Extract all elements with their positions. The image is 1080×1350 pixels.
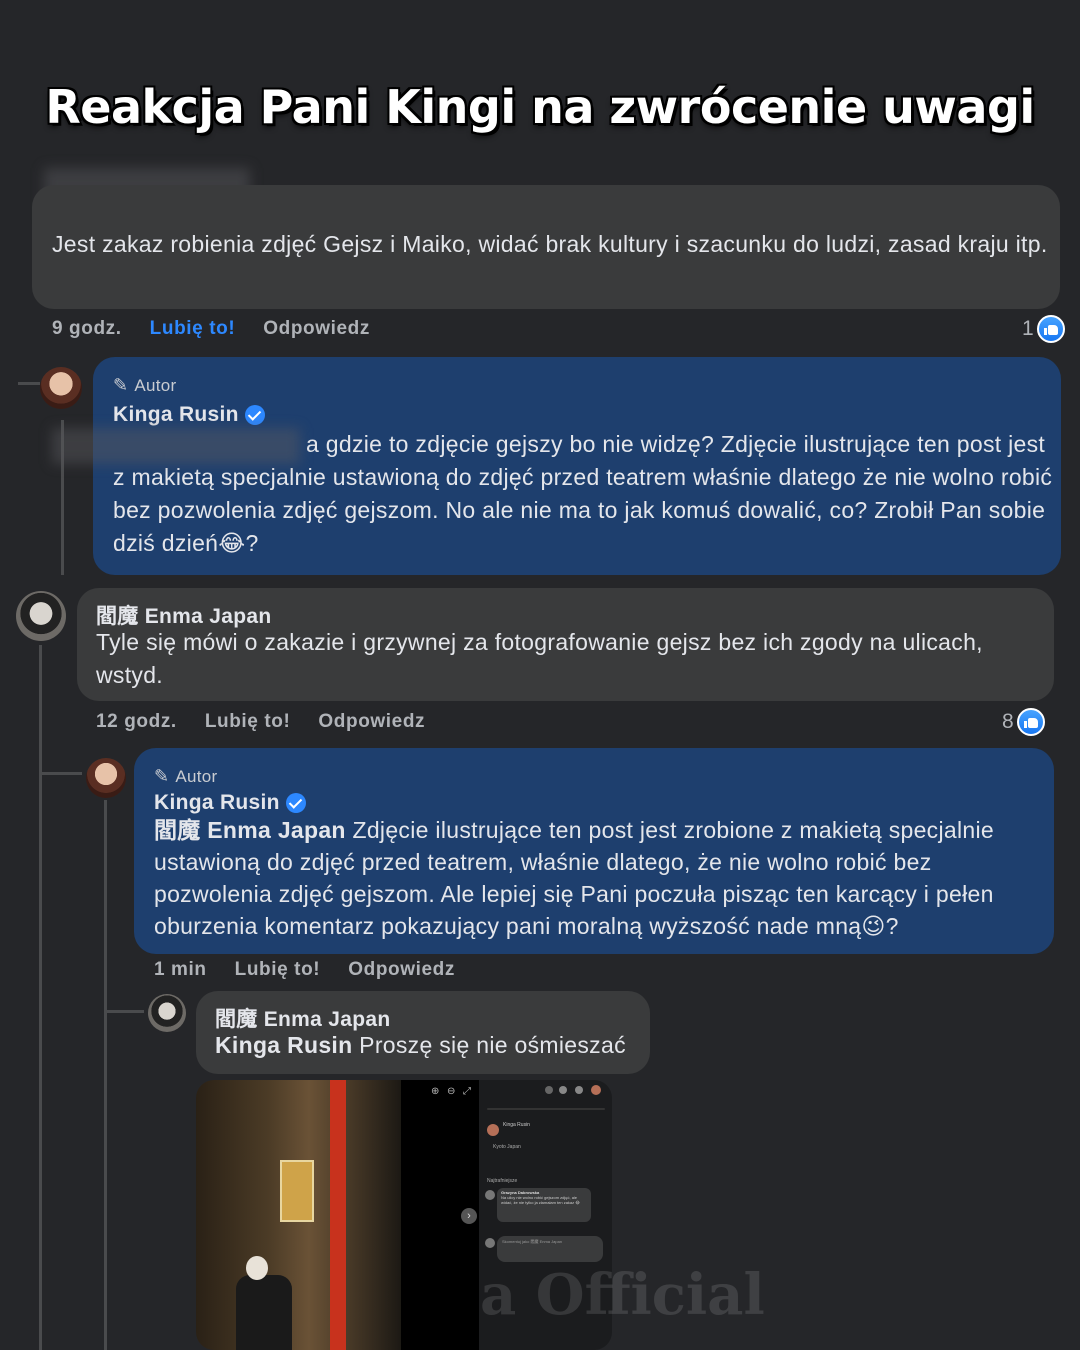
profile-avatar bbox=[591, 1085, 601, 1095]
reaction-count-1[interactable]: 1 bbox=[1022, 315, 1065, 343]
avatar-kinga-rusin[interactable] bbox=[86, 758, 126, 798]
mini-comment-text: Na ulicy nie wolno robić gejszom zdjęć, … bbox=[501, 1195, 580, 1205]
bell-icon bbox=[575, 1086, 583, 1094]
zoom-out-icon[interactable]: ⊖ bbox=[447, 1086, 455, 1097]
thread-connector bbox=[104, 1010, 144, 1013]
reaction-number: 1 bbox=[1022, 317, 1034, 340]
reply-button[interactable]: Odpowiedz bbox=[263, 318, 370, 340]
avatar-kinga-rusin[interactable] bbox=[40, 367, 82, 409]
geisha-figure bbox=[236, 1275, 292, 1350]
verified-badge-icon bbox=[285, 792, 306, 813]
comment-bubble-3[interactable]: 閻魔 Enma Japan Kinga Rusin Proszę się nie… bbox=[196, 991, 650, 1074]
comment-filter: Najtrafniejsze bbox=[487, 1178, 518, 1184]
red-pole bbox=[330, 1080, 346, 1350]
comment-text: Jest zakaz robienia zdjęć Gejsz i Maiko,… bbox=[52, 231, 1048, 257]
page-title: Reakcja Pani Kingi na zwrócenie uwagi bbox=[45, 80, 1035, 134]
comment-actions-2: 12 godz. Lubię to! Odpowiedz bbox=[96, 711, 425, 733]
commenter-avatar bbox=[485, 1190, 495, 1200]
menu-icon bbox=[545, 1086, 553, 1094]
mini-comment-bubble: Grazyna Dabrowska Na ulicy nie wolno rob… bbox=[497, 1188, 591, 1222]
comment-time: 9 godz. bbox=[52, 318, 122, 339]
post-location: Kyoto Japan bbox=[493, 1144, 521, 1150]
author-reply-bubble-2[interactable]: ✎ Autor Kinga Rusin 閻魔 Enma Japan Zdjęci… bbox=[134, 748, 1054, 954]
thread-connector bbox=[18, 382, 40, 385]
image-viewer-gap: › ⊕ ⊖ ⤢ bbox=[401, 1080, 479, 1350]
verified-badge-icon bbox=[244, 404, 265, 425]
mini-composer-placeholder: Skomentuj jako 閻魔 Enma Japan bbox=[502, 1239, 563, 1244]
mention-link[interactable]: 閻魔 Enma Japan bbox=[154, 817, 346, 843]
comment-time: 1 min bbox=[154, 959, 207, 980]
reaction-number: 8 bbox=[1002, 710, 1014, 733]
expand-icon[interactable]: ⤢ bbox=[463, 1086, 471, 1097]
reaction-count-2[interactable]: 8 bbox=[1002, 708, 1045, 736]
thread-connector bbox=[40, 772, 82, 775]
like-button[interactable]: Lubię to! bbox=[235, 959, 321, 981]
reply-text: 閻魔 Enma Japan Zdjęcie ilustrujące ten po… bbox=[154, 814, 1049, 942]
author-reply-bubble-1[interactable]: ✎ Autor Kinga Rusin a gdzie to zdjęcie g… bbox=[93, 357, 1061, 575]
comment-actions-3: 1 min Lubię to! Odpowiedz bbox=[154, 959, 455, 981]
reply-body: Proszę się nie ośmieszać bbox=[352, 1032, 626, 1058]
comment-text: Tyle się mówi o zakazie i grzywnej za fo… bbox=[96, 629, 983, 688]
avatar-enma-japan[interactable] bbox=[148, 994, 186, 1032]
thread-connector bbox=[39, 645, 42, 1350]
messenger-icon bbox=[559, 1086, 567, 1094]
author-name[interactable]: Kinga Rusin bbox=[113, 398, 239, 431]
like-button[interactable]: Lubię to! bbox=[150, 318, 236, 340]
geisha-photo bbox=[196, 1080, 401, 1350]
comment-bubble-1[interactable]: Jest zakaz robienia zdjęć Gejsz i Maiko,… bbox=[32, 185, 1060, 309]
zoom-icon[interactable]: ⊕ bbox=[431, 1086, 439, 1097]
thread-connector bbox=[104, 800, 107, 1350]
mini-composer: Skomentuj jako 閻魔 Enma Japan bbox=[497, 1236, 603, 1262]
mention-link[interactable]: Kinga Rusin bbox=[215, 1032, 352, 1058]
avatar-enma-japan[interactable] bbox=[16, 591, 66, 641]
like-reaction-icon bbox=[1016, 708, 1045, 736]
comment-time: 12 godz. bbox=[96, 711, 177, 732]
comment-actions-1: 9 godz. Lubię to! Odpowiedz bbox=[52, 318, 370, 340]
post-author-avatar bbox=[487, 1124, 499, 1136]
like-button[interactable]: Lubię to! bbox=[205, 711, 291, 733]
comment-bubble-2[interactable]: 閻魔 Enma Japan Tyle się mówi o zakazie i … bbox=[77, 588, 1054, 701]
like-reaction-icon bbox=[1036, 315, 1065, 343]
chevron-right-icon[interactable]: › bbox=[461, 1208, 477, 1224]
watermark: a Official bbox=[480, 1262, 765, 1328]
geisha-face bbox=[246, 1256, 268, 1280]
divider bbox=[487, 1108, 605, 1110]
poster bbox=[280, 1160, 314, 1222]
composer-avatar bbox=[485, 1238, 495, 1248]
post-author: Kinga Rusin bbox=[503, 1122, 530, 1128]
reply-button[interactable]: Odpowiedz bbox=[318, 711, 425, 733]
blurred-mention bbox=[52, 428, 300, 464]
reply-button[interactable]: Odpowiedz bbox=[348, 959, 455, 981]
reply-text: Kinga Rusin Proszę się nie ośmieszać bbox=[215, 1029, 645, 1062]
